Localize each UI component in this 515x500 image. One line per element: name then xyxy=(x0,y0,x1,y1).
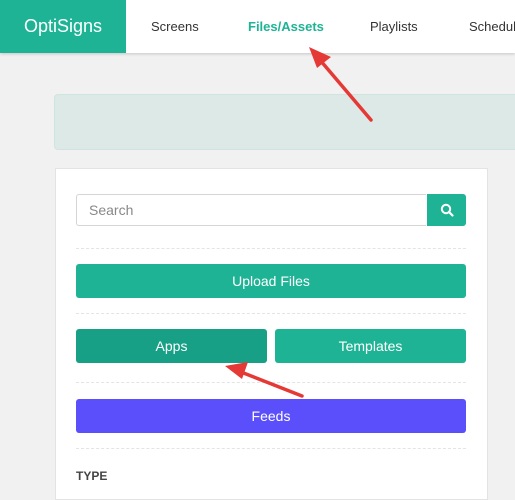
upload-files-button[interactable]: Upload Files xyxy=(76,264,466,298)
search-icon xyxy=(440,203,454,217)
apps-button[interactable]: Apps xyxy=(76,329,267,363)
assets-sidebar-panel: Upload Files Apps Templates Feeds TYPE xyxy=(55,168,488,500)
nav-schedules[interactable]: Schedul xyxy=(469,0,515,53)
top-navbar: OptiSigns Screens Files/Assets Playlists… xyxy=(0,0,515,53)
divider xyxy=(76,248,466,249)
divider xyxy=(76,448,466,449)
templates-button[interactable]: Templates xyxy=(275,329,466,363)
info-alert xyxy=(54,94,515,150)
divider xyxy=(76,382,466,383)
search-button[interactable] xyxy=(427,194,466,226)
nav-files-assets[interactable]: Files/Assets xyxy=(248,0,324,53)
search-group xyxy=(76,194,466,228)
nav-screens[interactable]: Screens xyxy=(151,0,199,53)
nav-playlists[interactable]: Playlists xyxy=(370,0,418,53)
feeds-button[interactable]: Feeds xyxy=(76,399,466,433)
divider xyxy=(76,313,466,314)
search-input[interactable] xyxy=(76,194,426,226)
app-logo[interactable]: OptiSigns xyxy=(0,0,126,53)
